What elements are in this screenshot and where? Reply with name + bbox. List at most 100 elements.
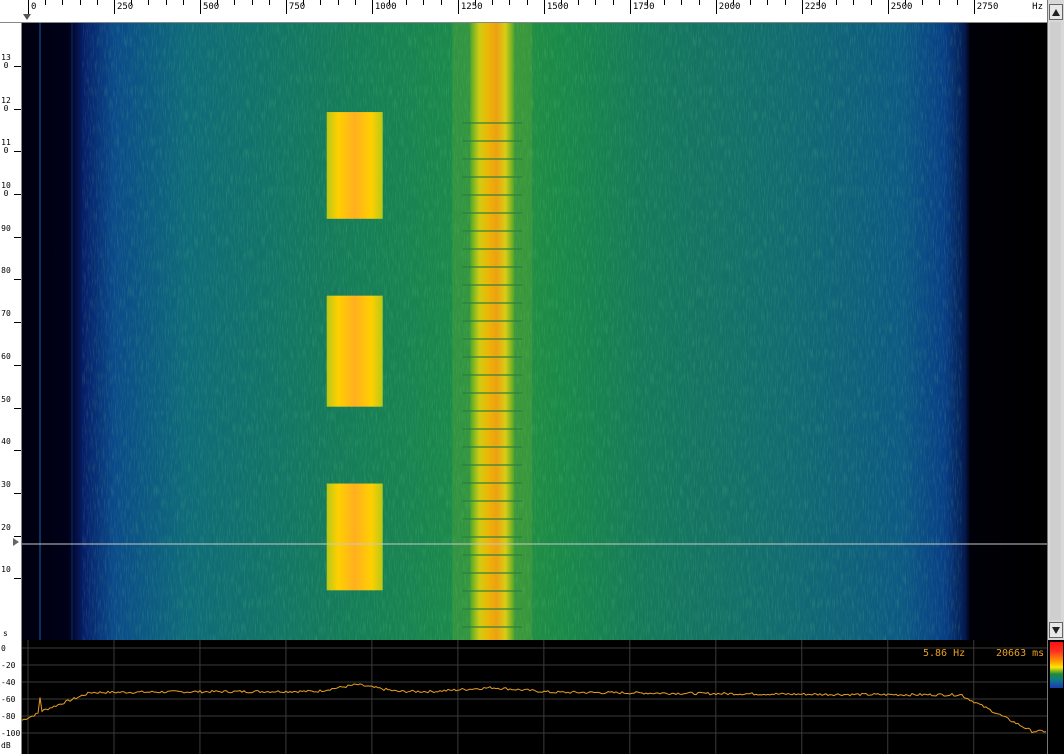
frequency-tick-label: 1500 [546, 2, 569, 12]
frequency-minor-tick [406, 0, 408, 5]
frequency-minor-tick [268, 0, 270, 5]
frequency-minor-tick [182, 0, 184, 5]
spectrum-canvas [22, 640, 1047, 754]
frequency-tick [801, 0, 803, 14]
frequency-minor-tick [303, 0, 305, 5]
duration-readout: 20663 ms [996, 648, 1045, 659]
frequency-tick-label: 1250 [460, 2, 483, 12]
time-tick [14, 450, 21, 452]
frequency-tick [715, 0, 717, 14]
time-tick-label: 110 [1, 138, 11, 156]
db-tick-label: 0 [1, 644, 6, 653]
frequency-minor-tick [217, 0, 219, 5]
scroll-down-button[interactable] [1049, 622, 1063, 638]
frequency-minor-tick [423, 0, 425, 5]
time-tick-label: 50 [1, 394, 11, 404]
frequency-minor-tick [836, 0, 838, 5]
frequency-tick-label: 2250 [804, 2, 827, 12]
spectrum-db-axis: 0 -20 -40 -60 -80 -100 dB [0, 640, 22, 754]
frequency-minor-tick [440, 0, 442, 5]
frequency-minor-tick [818, 0, 820, 5]
spectrum-plot[interactable] [22, 640, 1047, 754]
time-tick-label: 100 [1, 181, 11, 198]
frequency-minor-tick [509, 0, 511, 5]
time-tick-label: 60 [1, 351, 11, 361]
time-tick-label: 80 [1, 266, 11, 276]
db-tick-label: -60 [1, 695, 16, 704]
frequency-tick [973, 0, 975, 14]
frequency-minor-tick [475, 0, 477, 5]
up-arrow-icon [1052, 9, 1060, 16]
color-scale [1047, 640, 1064, 754]
frequency-tick [371, 0, 373, 14]
frequency-tick-label: 1000 [374, 2, 397, 12]
frequency-minor-tick [148, 0, 150, 5]
time-tick [14, 364, 21, 366]
frequency-resolution-readout: 5.86 Hz [923, 648, 966, 659]
time-ruler[interactable]: 130 120 110 100 90 80 70 60 50 40 30 20 10 s [0, 23, 22, 640]
db-unit: dB [1, 741, 11, 750]
frequency-minor-tick [664, 0, 666, 5]
frequency-minor-tick [853, 0, 855, 5]
time-tick-label: 130 [1, 52, 11, 70]
frequency-ruler[interactable]: 0 250 500 750 1000 1250 1500 1750 2000 2250 2500 27… [0, 0, 1047, 23]
frequency-minor-tick [165, 0, 167, 5]
time-tick [14, 65, 21, 67]
time-tick [14, 535, 21, 537]
frequency-minor-tick [389, 0, 391, 5]
frequency-minor-tick [612, 0, 614, 5]
frequency-cursor-marker-icon[interactable] [23, 14, 31, 20]
time-tick-label: 90 [1, 223, 11, 233]
keyed-tone-burst [326, 112, 383, 219]
time-tick [14, 492, 21, 494]
frequency-tick [113, 0, 115, 14]
vertical-scrollbar[interactable] [1047, 0, 1064, 640]
frequency-tick-label: 2500 [890, 2, 913, 12]
frequency-minor-tick [96, 0, 98, 5]
frequency-tick-label: 0 [31, 2, 37, 12]
frequency-tick [629, 0, 631, 14]
time-cursor-marker-icon[interactable] [13, 538, 19, 546]
spectrogram-waterfall[interactable] [22, 23, 1047, 640]
time-tick [14, 236, 21, 238]
frequency-minor-tick [131, 0, 133, 5]
carrier-halo [452, 23, 533, 640]
frequency-tick-label: 2750 [976, 2, 999, 12]
db-tick-label: -40 [1, 678, 16, 687]
time-tick-label: 30 [1, 479, 11, 489]
frequency-minor-tick [337, 0, 339, 5]
frequency-tick-label: 2000 [718, 2, 741, 12]
frequency-minor-tick [732, 0, 734, 5]
db-tick-label: -100 [1, 729, 21, 738]
frequency-minor-tick [79, 0, 81, 5]
time-tick [14, 194, 21, 195]
time-tick [14, 279, 21, 281]
spectrum-trace [22, 683, 1047, 734]
frequency-minor-tick [561, 0, 563, 5]
db-tick-label: -20 [1, 661, 16, 670]
frequency-minor-tick [870, 0, 872, 5]
keyed-tone-burst [326, 483, 383, 591]
frequency-minor-tick [251, 0, 253, 5]
spectrogram-canvas[interactable] [22, 23, 1047, 640]
frequency-minor-tick [234, 0, 236, 5]
scroll-up-button[interactable] [1049, 4, 1063, 20]
frequency-minor-tick [595, 0, 597, 5]
frequency-minor-tick [320, 0, 322, 5]
scroll-track[interactable] [1050, 22, 1061, 620]
frequency-minor-tick [578, 0, 580, 5]
frequency-tick [543, 0, 545, 14]
frequency-minor-tick [784, 0, 786, 5]
frequency-minor-tick [681, 0, 683, 5]
frequency-tick [199, 0, 201, 14]
time-unit: s [3, 629, 8, 638]
frequency-tick [28, 0, 29, 14]
frequency-minor-tick [354, 0, 356, 5]
frequency-minor-tick [45, 0, 47, 5]
frequency-minor-tick [956, 0, 958, 5]
down-arrow-icon [1052, 627, 1060, 634]
time-tick [14, 407, 21, 409]
keyed-tone-burst [326, 295, 383, 407]
time-tick-label: 20 [1, 522, 11, 532]
frequency-tick-label: 1750 [632, 2, 655, 12]
